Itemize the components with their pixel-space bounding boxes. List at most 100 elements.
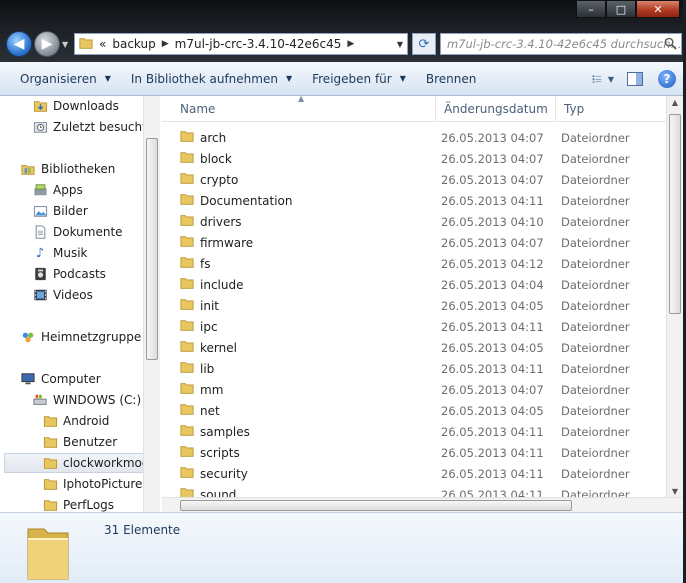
file-name: net: [200, 403, 220, 418]
table-row[interactable]: ipc 26.05.2013 04:11 Dateiordner: [162, 316, 666, 337]
file-date: 26.05.2013 04:11: [441, 445, 544, 460]
table-row[interactable]: net 26.05.2013 04:05 Dateiordner: [162, 400, 666, 421]
file-name: security: [200, 466, 248, 481]
nav-label: clockworkmod: [63, 456, 150, 470]
table-row[interactable]: mm 26.05.2013 04:07 Dateiordner: [162, 379, 666, 400]
navigation-scrollbar[interactable]: [143, 96, 160, 512]
forward-button[interactable]: ▶: [34, 31, 60, 57]
navigation-scroll-thumb[interactable]: [146, 138, 158, 360]
column-type[interactable]: Typ: [556, 96, 666, 122]
folder-icon: [180, 423, 194, 440]
table-row[interactable]: Documentation 26.05.2013 04:11 Dateiordner: [162, 190, 666, 211]
nav-item-clockworkmod[interactable]: clockworkmod: [4, 453, 159, 473]
include-in-library-menu[interactable]: In Bibliothek aufnehmen ▼: [131, 72, 292, 86]
window-controls: – □ ✕: [576, 0, 680, 18]
chevron-right-icon[interactable]: ▶: [162, 39, 169, 49]
scroll-down-arrow[interactable]: ▼: [667, 487, 683, 496]
nav-item-documents[interactable]: Dokumente: [32, 222, 123, 242]
chevron-right-icon[interactable]: ▶: [347, 39, 354, 49]
address-prefix[interactable]: «: [99, 37, 106, 51]
file-type: Dateiordner: [561, 403, 630, 418]
nav-item-android[interactable]: Android: [42, 411, 109, 431]
table-row[interactable]: lib 26.05.2013 04:11 Dateiordner: [162, 358, 666, 379]
file-date: 26.05.2013 04:11: [441, 319, 544, 334]
back-button[interactable]: ◀: [6, 31, 32, 57]
folder-icon: [180, 171, 194, 188]
nav-item-computer[interactable]: Computer: [20, 369, 101, 389]
file-date: 26.05.2013 04:11: [441, 466, 544, 481]
file-name-cell: Documentation: [180, 190, 293, 211]
table-row[interactable]: crypto 26.05.2013 04:07 Dateiordner: [162, 169, 666, 190]
folder-icon: [180, 192, 194, 209]
table-row[interactable]: sound 26.05.2013 04:11 Dateiordner: [162, 484, 666, 498]
table-row[interactable]: kernel 26.05.2013 04:05 Dateiordner: [162, 337, 666, 358]
column-header: ▲ Name Änderungsdatum Typ: [162, 96, 666, 122]
scroll-up-arrow[interactable]: ▲: [667, 98, 683, 107]
table-row[interactable]: drivers 26.05.2013 04:10 Dateiordner: [162, 211, 666, 232]
refresh-button[interactable]: ⟳: [412, 33, 436, 55]
view-controls: ▼ ?: [582, 69, 678, 89]
folder-icon: [180, 339, 194, 356]
breadcrumb-current[interactable]: m7ul-jb-crc-3.4.10-42e6c45: [175, 37, 342, 51]
table-row[interactable]: firmware 26.05.2013 04:07 Dateiordner: [162, 232, 666, 253]
table-row[interactable]: samples 26.05.2013 04:11 Dateiordner: [162, 421, 666, 442]
file-date: 26.05.2013 04:05: [441, 298, 544, 313]
file-name: scripts: [200, 445, 240, 460]
nav-label: Benutzer: [63, 435, 118, 449]
nav-item-music[interactable]: ♪ Musik: [32, 243, 88, 263]
close-button[interactable]: ✕: [636, 0, 680, 18]
nav-item-iphotopictures[interactable]: IphotoPictures: [42, 474, 149, 494]
file-name-cell: kernel: [180, 337, 237, 358]
address-history-dropdown[interactable]: ▼: [397, 40, 403, 49]
view-list-icon: [592, 75, 602, 83]
table-row[interactable]: arch 26.05.2013 04:07 Dateiordner: [162, 127, 666, 148]
horizontal-scroll-thumb[interactable]: [180, 500, 572, 511]
nav-item-drive-c[interactable]: WINDOWS (C:): [32, 390, 141, 410]
nav-item-apps[interactable]: Apps: [32, 180, 83, 200]
nav-item-perflogs[interactable]: PerfLogs: [42, 495, 114, 512]
address-bar[interactable]: « backup ▶ m7ul-jb-crc-3.4.10-42e6c45 ▶ …: [74, 33, 408, 55]
file-list-scroll-thumb[interactable]: [669, 114, 681, 314]
nav-item-downloads[interactable]: Downloads: [32, 96, 119, 116]
table-row[interactable]: init 26.05.2013 04:05 Dateiordner: [162, 295, 666, 316]
nav-item-podcasts[interactable]: Podcasts: [32, 264, 106, 284]
share-with-menu[interactable]: Freigeben für ▼: [312, 72, 406, 86]
view-options-button[interactable]: ▼: [592, 69, 614, 89]
breadcrumb-backup[interactable]: backup: [112, 37, 155, 51]
file-type: Dateiordner: [561, 382, 630, 397]
search-icon[interactable]: [664, 37, 677, 53]
organize-menu[interactable]: Organisieren ▼: [20, 72, 111, 86]
nav-item-homegroup[interactable]: Heimnetzgruppe: [20, 327, 141, 347]
horizontal-scrollbar[interactable]: [162, 497, 683, 512]
minimize-button[interactable]: –: [576, 0, 606, 18]
folder-icon: [42, 413, 58, 429]
nav-label: WINDOWS (C:): [53, 393, 142, 407]
nav-item-benutzer[interactable]: Benutzer: [42, 432, 117, 452]
file-date: 26.05.2013 04:07: [441, 235, 544, 250]
file-list-scrollbar[interactable]: ▲ ▼: [666, 96, 683, 498]
table-row[interactable]: security 26.05.2013 04:11 Dateiordner: [162, 463, 666, 484]
column-date[interactable]: Änderungsdatum: [436, 96, 556, 122]
title-bar: – □ ✕ ◀ ▶ ▼ « backup ▶ m7ul-jb-crc-3.4.1…: [0, 0, 686, 62]
arrow-left-icon: ◀: [13, 36, 25, 52]
folder-icon: [180, 234, 194, 251]
nav-item-videos[interactable]: Videos: [32, 285, 93, 305]
recent-pages-dropdown[interactable]: ▼: [62, 40, 68, 49]
search-input[interactable]: m7ul-jb-crc-3.4.10-42e6c45 durchsuch...: [440, 33, 682, 55]
table-row[interactable]: scripts 26.05.2013 04:11 Dateiordner: [162, 442, 666, 463]
file-name-cell: lib: [180, 358, 214, 379]
maximize-button[interactable]: □: [606, 0, 636, 18]
burn-button[interactable]: Brennen: [426, 72, 476, 86]
file-type: Dateiordner: [561, 466, 630, 481]
table-row[interactable]: include 26.05.2013 04:04 Dateiordner: [162, 274, 666, 295]
preview-pane-button[interactable]: [624, 69, 646, 89]
help-button[interactable]: ?: [656, 69, 678, 89]
file-name-cell: crypto: [180, 169, 238, 190]
navigation-pane: Downloads Zuletzt besucht Bibliotheken A…: [0, 96, 160, 512]
table-row[interactable]: fs 26.05.2013 04:12 Dateiordner: [162, 253, 666, 274]
nav-item-recent[interactable]: Zuletzt besucht: [32, 117, 147, 137]
table-row[interactable]: block 26.05.2013 04:07 Dateiordner: [162, 148, 666, 169]
nav-item-pictures[interactable]: Bilder: [32, 201, 88, 221]
column-name[interactable]: Name: [172, 96, 436, 122]
nav-item-libraries[interactable]: Bibliotheken: [20, 159, 115, 179]
